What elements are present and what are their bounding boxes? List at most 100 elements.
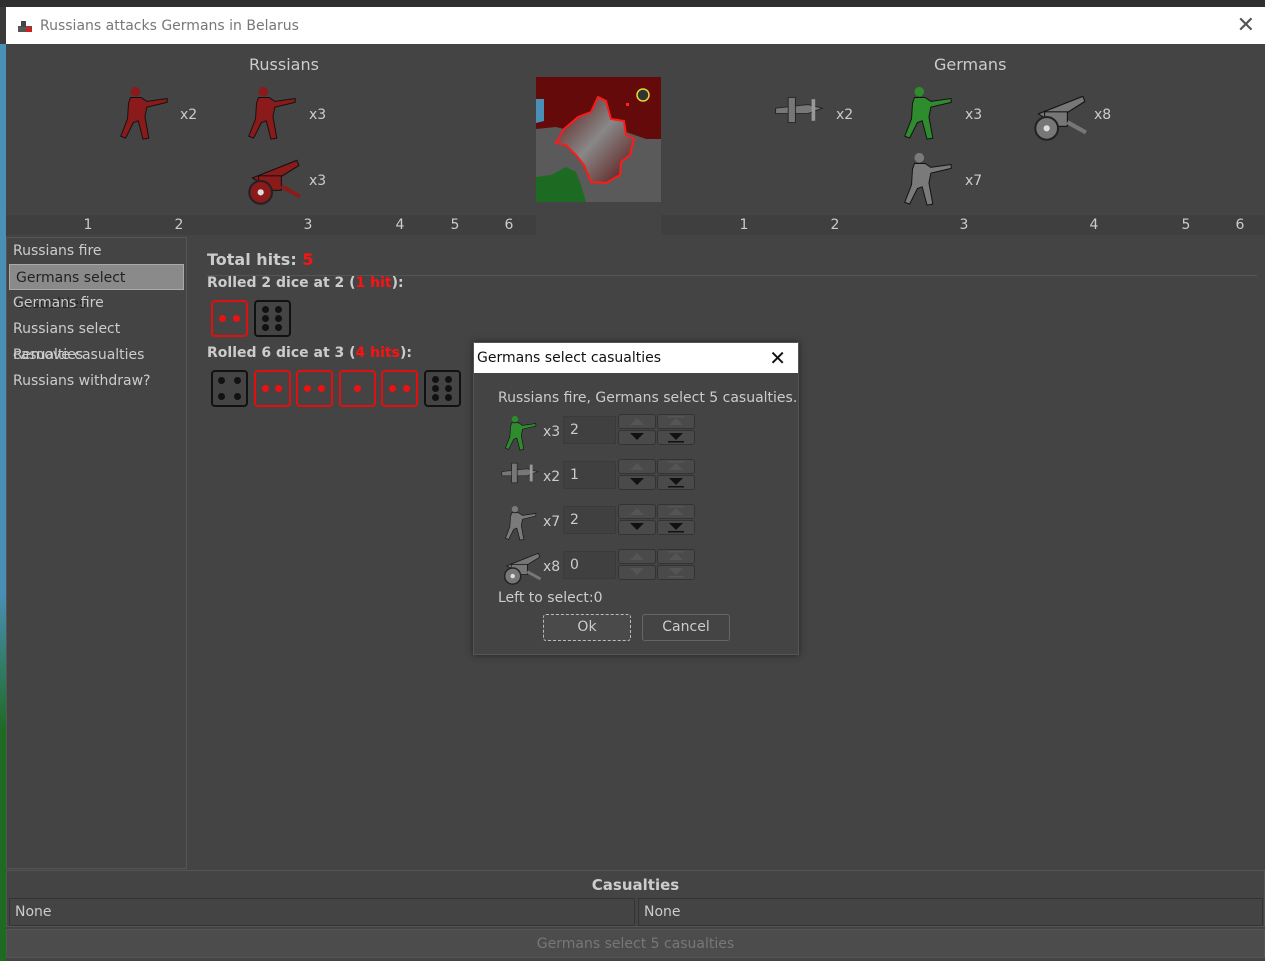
infantry-unit-icon xyxy=(498,504,542,546)
casualties-title: Casualties xyxy=(591,876,680,894)
min-button[interactable] xyxy=(657,430,695,445)
decrement-button[interactable] xyxy=(618,475,656,490)
total-hits-label: Total hits: xyxy=(207,250,297,269)
battle-steps-list: Russians fire Germans select casualties Ge… xyxy=(6,237,187,869)
column-number: 4 xyxy=(395,217,405,233)
casualty-count-field[interactable]: 2 xyxy=(563,416,616,444)
max-button[interactable] xyxy=(657,549,695,564)
max-button[interactable] xyxy=(657,504,695,519)
column-number: 1 xyxy=(739,217,749,233)
unit-count: x3 xyxy=(309,107,327,123)
window-title: Russians attacks Germans in Belarus xyxy=(40,17,299,34)
column-number: 1 xyxy=(83,217,93,233)
step-item[interactable]: Remove casualties xyxy=(7,342,186,368)
step-item[interactable]: Germans select casualties xyxy=(9,264,184,312)
dialog-title: Germans select casualties xyxy=(477,350,662,366)
column-number: 2 xyxy=(830,217,840,233)
die-6 xyxy=(423,370,461,407)
attacker-casualties: None xyxy=(9,898,635,926)
close-icon[interactable]: ✕ xyxy=(1237,13,1255,38)
infantry-unit-icon xyxy=(896,150,958,212)
casualty-row: x2 1 xyxy=(498,459,778,499)
roll-prefix: Rolled 2 dice at 2 ( xyxy=(207,275,356,291)
step-item[interactable]: Russians withdraw? xyxy=(7,368,186,394)
unit-count: x2 xyxy=(180,107,198,123)
territory-map xyxy=(536,77,661,202)
column-number: 6 xyxy=(1235,217,1245,233)
defender-casualties: None xyxy=(638,898,1263,926)
ok-button[interactable]: Ok xyxy=(543,614,631,641)
roll-label: Rolled 2 dice at 2 (1 hit): xyxy=(207,275,404,291)
roll-prefix: Rolled 6 dice at 3 ( xyxy=(207,345,356,361)
decrement-button[interactable] xyxy=(618,565,656,580)
column-number: 3 xyxy=(959,217,969,233)
min-button[interactable] xyxy=(657,520,695,535)
decrement-button[interactable] xyxy=(618,430,656,445)
left-to-select: Left to select:0 xyxy=(498,590,603,606)
artillery-unit-icon xyxy=(240,152,302,214)
column-number: 2 xyxy=(174,217,184,233)
dialog-message: Russians fire, Germans select 5 casualti… xyxy=(498,390,798,406)
column-number: 5 xyxy=(450,217,460,233)
window-titlebar: Russians attacks Germans in Belarus ✕ xyxy=(6,7,1265,44)
roll-suffix: ): xyxy=(391,275,404,291)
min-button[interactable] xyxy=(657,565,695,580)
roll-label: Rolled 6 dice at 3 (4 hits): xyxy=(207,345,412,361)
unit-count: x7 xyxy=(543,514,561,530)
decrement-button[interactable] xyxy=(618,520,656,535)
artillery-unit-icon xyxy=(1026,88,1088,150)
step-item[interactable]: Russians select casualties xyxy=(7,316,186,363)
select-casualties-dialog: Germans select casualties ✕ Russians fir… xyxy=(473,342,799,655)
roll-hits: 4 hits xyxy=(355,345,400,361)
step-item[interactable]: Germans fire xyxy=(7,290,186,316)
casualty-row: x8 0 xyxy=(498,549,778,589)
unit-count: x8 xyxy=(1094,107,1112,123)
max-button[interactable] xyxy=(657,459,695,474)
total-hits-value: 5 xyxy=(302,250,314,269)
defender-title: Germans xyxy=(934,55,1007,74)
unit-count: x7 xyxy=(965,173,983,189)
column-number: 4 xyxy=(1089,217,1099,233)
cancel-button[interactable]: Cancel xyxy=(642,614,730,641)
fighter-unit-icon xyxy=(768,92,830,132)
unit-count: x2 xyxy=(836,107,854,123)
casualty-count-field[interactable]: 0 xyxy=(563,551,616,579)
unit-count: x8 xyxy=(543,559,561,575)
casualty-row: x3 2 xyxy=(498,414,778,454)
die-2 xyxy=(211,300,248,337)
increment-button[interactable] xyxy=(618,414,656,429)
attacker-title: Russians xyxy=(249,55,319,74)
column-number: 3 xyxy=(303,217,313,233)
status-button[interactable]: Germans select 5 casualties xyxy=(6,929,1265,958)
step-item[interactable]: Russians fire xyxy=(7,238,186,264)
column-number: 5 xyxy=(1181,217,1191,233)
artillery-unit-icon xyxy=(498,549,542,591)
dialog-titlebar: Germans select casualties ✕ xyxy=(474,343,798,373)
increment-button[interactable] xyxy=(618,504,656,519)
top-strip xyxy=(0,0,1265,7)
infantry-unit-icon xyxy=(498,414,542,456)
die-2 xyxy=(253,370,291,407)
increment-button[interactable] xyxy=(618,549,656,564)
close-icon[interactable]: ✕ xyxy=(769,343,786,373)
casualty-row: x7 2 xyxy=(498,504,778,544)
casualty-count-field[interactable]: 2 xyxy=(563,506,616,534)
min-button[interactable] xyxy=(657,475,695,490)
max-button[interactable] xyxy=(657,414,695,429)
die-2 xyxy=(381,370,418,407)
casualty-count-field[interactable]: 1 xyxy=(563,461,616,489)
tank-artillery-icon xyxy=(18,20,32,32)
column-number: 6 xyxy=(504,217,514,233)
infantry-unit-icon xyxy=(896,84,958,146)
increment-button[interactable] xyxy=(618,459,656,474)
die-2 xyxy=(296,370,333,407)
die-4 xyxy=(211,370,248,407)
total-hits: Total hits: 5 xyxy=(207,250,313,269)
infantry-unit-icon xyxy=(240,84,302,146)
unit-count: x2 xyxy=(543,469,561,485)
roll-suffix: ): xyxy=(399,345,412,361)
casualties-panel: Casualties None None xyxy=(6,870,1265,927)
die-6 xyxy=(253,300,291,337)
unit-count: x3 xyxy=(543,424,561,440)
roll-hits: 1 hit xyxy=(355,275,392,291)
